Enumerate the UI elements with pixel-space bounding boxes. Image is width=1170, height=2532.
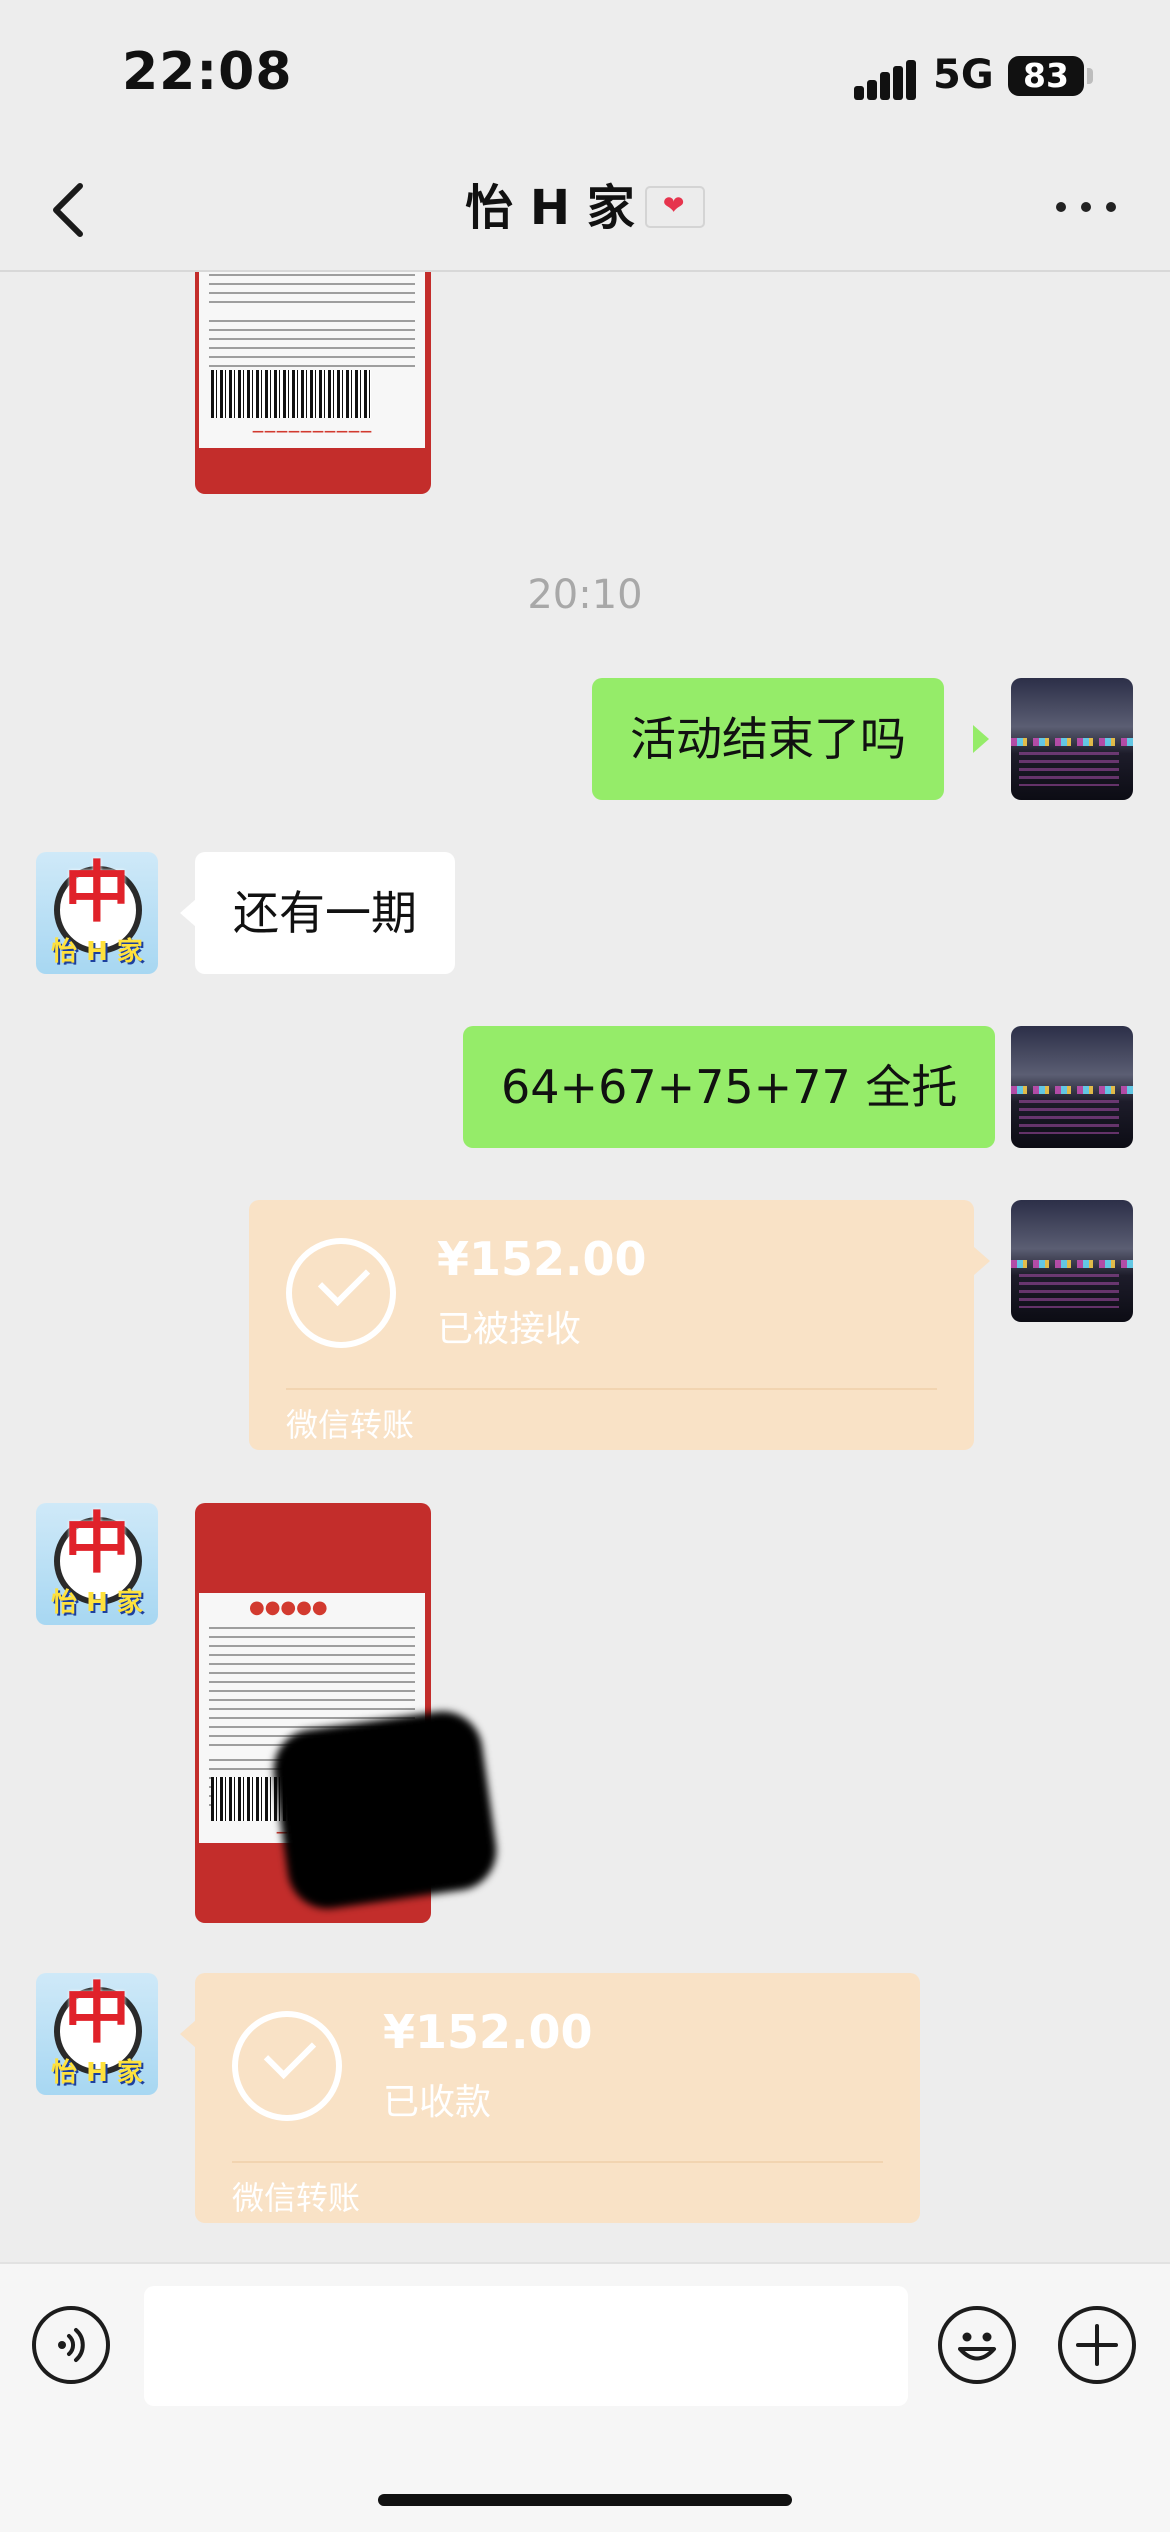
message-bubble-sent[interactable]: 活动结束了吗 — [592, 678, 944, 800]
bubble-tail — [973, 725, 989, 753]
bubble-tail — [180, 2020, 196, 2048]
bubble-tail — [973, 1073, 989, 1101]
battery-icon: 83 — [1008, 56, 1084, 96]
message-input[interactable] — [144, 2286, 908, 2406]
avatar-name: 怡 H 家 — [51, 2058, 143, 2088]
avatar-name: 怡 H 家 — [51, 937, 143, 967]
love-letter-icon — [644, 186, 705, 228]
status-time: 22:08 — [122, 42, 293, 102]
voice-icon — [58, 2328, 85, 2362]
transfer-amount: ¥152.00 — [383, 2005, 593, 2059]
lottery-ticket-image[interactable]: —————————— — [195, 272, 431, 494]
transfer-card-received[interactable]: ¥152.00 已收款 微信转账 — [195, 1973, 920, 2223]
message-timestamp: 20:10 — [527, 572, 643, 618]
header-divider — [0, 270, 1170, 272]
redaction-blot — [268, 1706, 502, 1914]
transfer-amount: ¥152.00 — [437, 1232, 647, 1286]
add-button[interactable] — [1058, 2306, 1136, 2384]
message-bubble-sent[interactable]: 64+67+75+77 全托 — [463, 1026, 996, 1148]
check-circle-icon — [286, 1238, 396, 1348]
network-type: 5G — [933, 52, 994, 98]
home-indicator — [378, 2494, 792, 2506]
transfer-divider — [232, 2161, 883, 2163]
transfer-status: 已被接收 — [437, 1309, 582, 1350]
message-bubble-received[interactable]: 还有一期 — [195, 852, 455, 974]
smiley-icon — [958, 2332, 996, 2361]
emoji-button[interactable] — [938, 2306, 1016, 2384]
signal-icon — [854, 60, 916, 100]
avatar-me[interactable] — [1011, 1200, 1133, 1322]
transfer-label: 微信转账 — [232, 2179, 361, 2217]
lottery-logo-icon: ●●●●● — [249, 1597, 328, 1618]
avatar-glyph: 中 — [64, 854, 130, 931]
transfer-divider — [286, 1388, 937, 1390]
bubble-tail — [974, 1247, 990, 1275]
transfer-status: 已收款 — [383, 2082, 492, 2123]
transfer-card-sent[interactable]: ¥152.00 已被接收 微信转账 — [249, 1200, 974, 1450]
avatar-me[interactable] — [1011, 678, 1133, 800]
avatar-me[interactable] — [1011, 1026, 1133, 1148]
check-circle-icon — [232, 2011, 342, 2121]
avatar-contact[interactable]: 中 怡 H 家 — [36, 1973, 158, 2095]
avatar-name: 怡 H 家 — [51, 1588, 143, 1618]
plus-icon — [1076, 2324, 1118, 2366]
more-options-button[interactable] — [1056, 196, 1116, 216]
avatar-contact[interactable]: 中 怡 H 家 — [36, 1503, 158, 1625]
avatar-contact[interactable]: 中 怡 H 家 — [36, 852, 158, 974]
avatar-glyph: 中 — [64, 1975, 130, 2052]
avatar-glyph: 中 — [64, 1505, 130, 1582]
chat-title-text: 怡 H 家 — [465, 180, 635, 236]
transfer-label: 微信转账 — [286, 1406, 415, 1444]
bubble-tail — [180, 899, 196, 927]
battery-cap — [1087, 68, 1093, 84]
chat-title: 怡 H 家 — [0, 178, 1170, 238]
voice-button[interactable] — [32, 2306, 110, 2384]
